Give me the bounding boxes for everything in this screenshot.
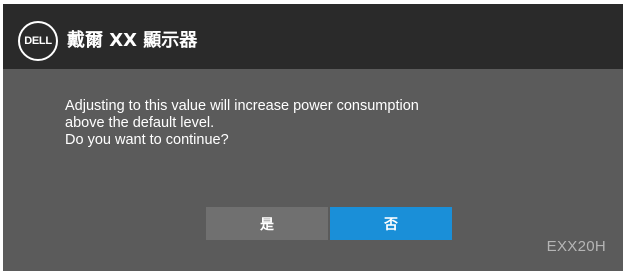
osd-header: DELL 戴爾 XX 顯示器 [3, 4, 623, 69]
message-line: above the default level. [65, 115, 215, 131]
yes-button[interactable]: 是 [206, 207, 328, 240]
logo-text: DELL [24, 35, 52, 47]
no-button-label: 否 [384, 216, 398, 233]
osd-title: 戴爾 XX 顯示器 [67, 30, 198, 51]
yes-button-label: 是 [260, 216, 274, 233]
no-button[interactable]: 否 [330, 207, 452, 240]
message-line: Do you want to continue? [65, 132, 229, 148]
osd-dialog: DELL 戴爾 XX 顯示器 Adjusting to this value w… [3, 4, 623, 271]
warning-message: Adjusting to this value will increase po… [65, 98, 545, 149]
dell-logo-icon: DELL [18, 21, 58, 61]
model-name: EXX20H [546, 238, 606, 255]
monitor-screen: DELL 戴爾 XX 顯示器 Adjusting to this value w… [0, 0, 627, 275]
message-line: Adjusting to this value will increase po… [65, 98, 419, 114]
